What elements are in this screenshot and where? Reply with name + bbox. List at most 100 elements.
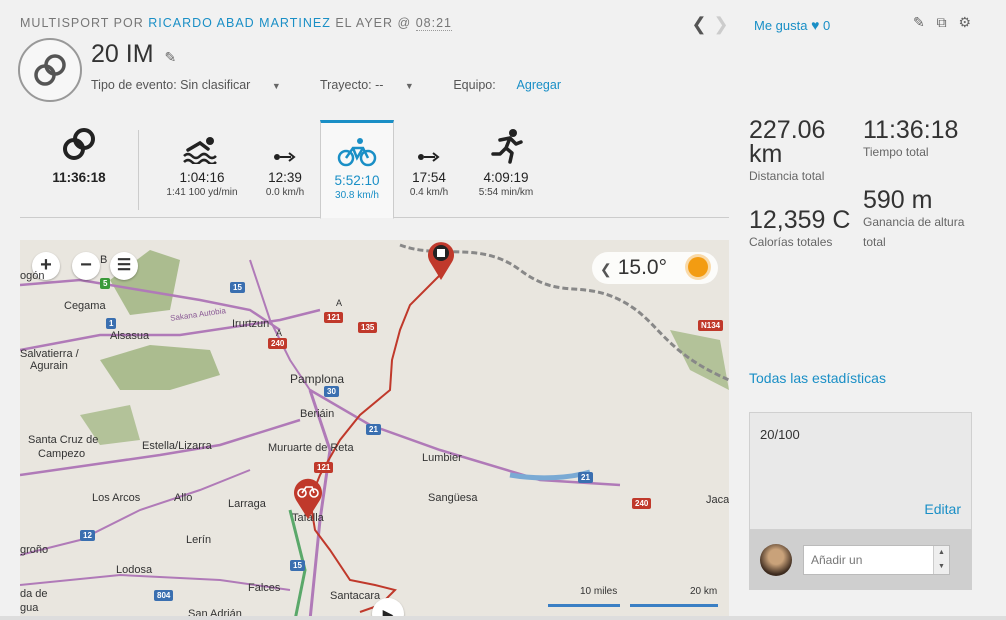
road-shield: 121 (324, 312, 344, 323)
leg-main: 1:04:16 (179, 170, 225, 185)
chevron-down-icon: ▼ (271, 81, 281, 91)
map-label: Beriáin (300, 408, 335, 420)
distance-value: 227.06 (749, 116, 826, 144)
event-type-dropdown[interactable]: Tipo de evento: Sin clasificar ▼ (91, 78, 299, 92)
scale-bar (630, 604, 718, 607)
avatar (760, 544, 792, 576)
leg-bike[interactable]: 5:52:10 30.8 km/h (320, 120, 394, 219)
elevation-label: Ganancia de altura total (863, 215, 965, 249)
map-label: gua (20, 602, 39, 614)
gear-icon[interactable]: ⚙ (959, 14, 972, 30)
comment-input[interactable]: Añadir un (803, 545, 950, 575)
transition-icon (418, 152, 440, 162)
activity-meta: Tipo de evento: Sin clasificar ▼ Trayect… (91, 78, 579, 92)
route-label: Trayecto: -- (320, 78, 384, 92)
road-shield: 121 (314, 462, 334, 473)
stat-calories: 12,359 C Calorías totales (749, 208, 850, 252)
all-stats-link[interactable]: Todas las estadísticas (749, 370, 886, 386)
activity-tools: ✎ ⧉ ⚙ (905, 14, 971, 31)
map-label: ogón (20, 270, 45, 282)
leg-total[interactable]: 11:36:18 (20, 120, 138, 218)
previous-activity-icon[interactable]: ❮ (688, 14, 710, 35)
map-label: Falces (248, 582, 281, 594)
leg-main: 11:36:18 (52, 170, 106, 185)
map-label: Los Arcos (92, 492, 141, 504)
map-label: Pamplona (290, 372, 345, 386)
road-shield: 21 (366, 424, 381, 435)
edit-pencil-icon[interactable]: ✎ (913, 14, 925, 30)
distance-unit: km (749, 140, 783, 168)
leg-transition-1[interactable]: 12:39 0.0 km/h (252, 120, 318, 218)
bike-start-marker-icon[interactable] (291, 477, 325, 519)
weather-temp: 15.0° (617, 256, 668, 279)
activity-nav: ❮ ❯ (688, 14, 732, 35)
leg-sub: 0.4 km/h (409, 187, 449, 198)
leg-icon-wrap (396, 120, 462, 164)
team-field: Equipo: Agregar (453, 78, 561, 92)
map-label: Santacara (330, 590, 381, 602)
chevron-left-icon[interactable]: ❮ (600, 261, 612, 277)
map-label: Larraga (228, 498, 266, 510)
leg-main: 17:54 (412, 170, 446, 185)
map-label: A (276, 328, 283, 338)
leg-sub: 5:54 min/km (478, 187, 534, 198)
finish-marker-icon[interactable] (424, 240, 458, 280)
map-label: A (336, 298, 343, 308)
divider (138, 130, 139, 210)
bike-icon (337, 138, 377, 167)
map-label: Allo (174, 492, 193, 504)
leg-transition-2[interactable]: 17:54 0.4 km/h (396, 120, 462, 218)
road-shield: 804 (154, 590, 174, 601)
author-link[interactable]: RICARDO ABAD MARTINEZ (148, 16, 331, 30)
note-text: 20/100 (760, 427, 800, 442)
like-count: 0 (823, 18, 831, 33)
road-shield: 21 (578, 472, 593, 483)
multisport-legs: 11:36:18 1:04:16 1:41 100 yd/min 12:39 0… (20, 120, 729, 219)
comment-bar: Añadir un ▲ ▼ (749, 530, 972, 590)
road-shield: 30 (324, 386, 339, 397)
multisport-rings-icon (63, 128, 95, 160)
road-shield: 12 (80, 530, 95, 541)
leg-sub: 30.8 km/h (335, 190, 379, 201)
map-label: Santa Cruz de (28, 434, 99, 446)
map-label: Cegama (64, 300, 106, 312)
map-label: Estella/Lizarra (142, 440, 212, 452)
add-team-link[interactable]: Agregar (517, 78, 561, 92)
leg-main: 5:52:10 (334, 173, 380, 188)
like-button[interactable]: Me gusta ♥ 0 (754, 17, 830, 33)
map-label: Lumbier (422, 452, 462, 464)
road-shield: N134 (698, 320, 724, 331)
edit-title-icon[interactable]: ✎ (164, 49, 176, 65)
route-map[interactable]: + − ☰ ❮ 15.0° ogón B Cegama Alsasua Sakan… (20, 240, 729, 620)
heart-icon: ♥ (811, 17, 820, 33)
map-label: Salvatierra / (20, 348, 79, 360)
map-label: B (100, 254, 108, 266)
layers-icon[interactable]: ☰ (110, 252, 138, 280)
edit-note-link[interactable]: Editar (924, 501, 961, 517)
share-icon[interactable]: ⧉ (937, 14, 947, 30)
map-label: Irurtzun (232, 318, 270, 330)
map-label: Sangüesa (428, 492, 478, 504)
map-label: groño (20, 544, 49, 556)
leg-icon-wrap (20, 120, 138, 164)
route-dropdown[interactable]: Trayecto: -- ▼ (320, 78, 432, 92)
run-icon (491, 129, 523, 164)
map-label: Campezo (38, 448, 86, 460)
leg-swim[interactable]: 1:04:16 1:41 100 yd/min (154, 120, 250, 218)
activity-type-avatar (18, 38, 82, 102)
stat-distance: 227.06 km Distancia total (749, 118, 825, 186)
calories-label: Calorías totales (749, 235, 833, 249)
zoom-out-button[interactable]: − (72, 252, 100, 280)
leg-run[interactable]: 4:09:19 5:54 min/km (466, 120, 546, 218)
elevation-value: 590 m (863, 186, 933, 214)
next-activity-icon[interactable]: ❯ (710, 14, 732, 35)
byline-when: EL AYER @ (335, 16, 412, 30)
scale-km-label: 20 km (690, 586, 718, 597)
comment-scroll[interactable]: ▲ ▼ (933, 546, 949, 574)
time-label: Tiempo total (863, 145, 929, 159)
scale-miles-label: 10 miles (580, 586, 618, 597)
road-shield: 15 (230, 282, 245, 293)
bottom-border (0, 616, 1006, 620)
weather-widget[interactable]: ❮ 15.0° (592, 252, 718, 284)
map-label: Muruarte de Reta (268, 442, 354, 454)
